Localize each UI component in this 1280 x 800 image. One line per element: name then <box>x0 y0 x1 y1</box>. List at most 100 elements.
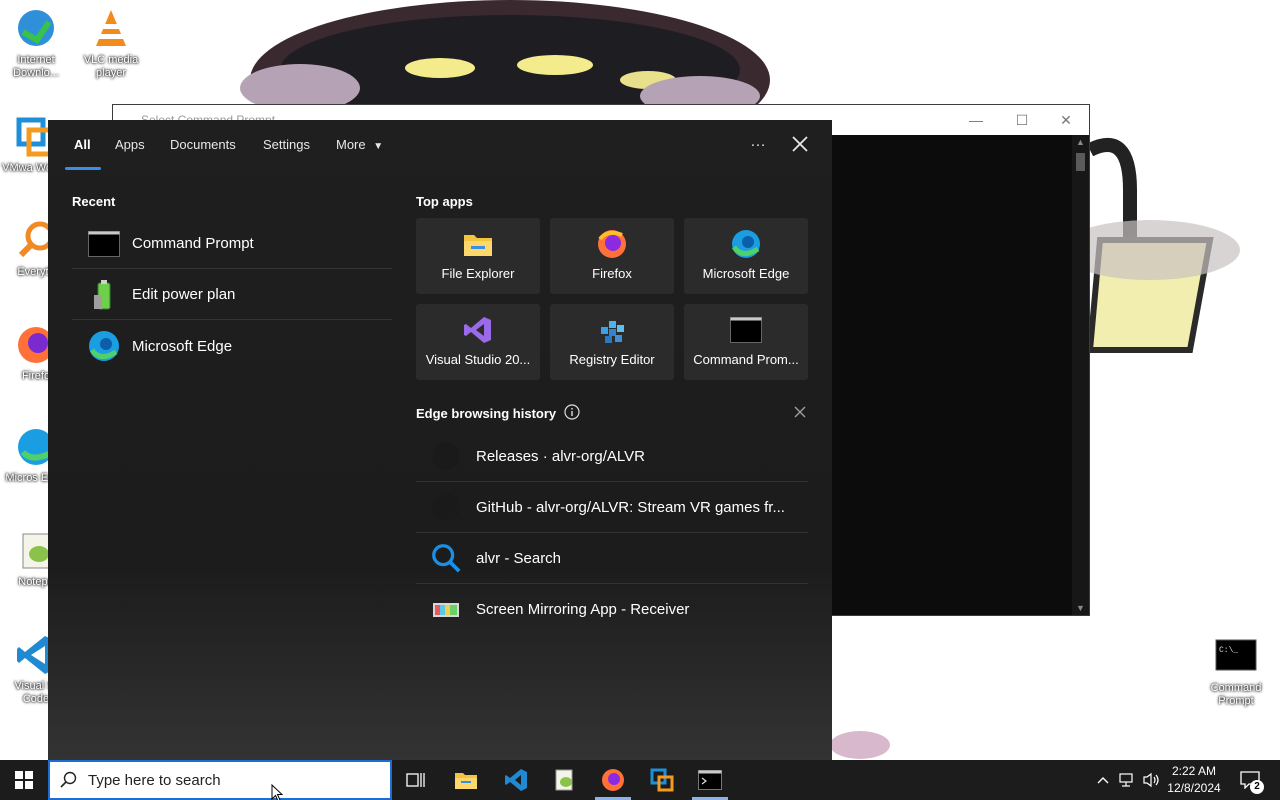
recent-heading: Recent <box>72 194 116 209</box>
cmd-close-button[interactable]: ✕ <box>1043 105 1089 135</box>
top-app-visual-studio[interactable]: Visual Studio 20... <box>416 304 540 380</box>
top-app-label: Firefox <box>592 266 632 281</box>
firefox-icon <box>602 769 624 791</box>
history-item[interactable]: GitHub - alvr-org/ALVR: Stream VR games … <box>416 482 808 533</box>
top-app-label: Command Prom... <box>693 352 799 367</box>
more-options-button[interactable]: … <box>746 133 770 157</box>
desktop-icon-label: Command Prompt <box>1210 682 1262 707</box>
info-icon[interactable] <box>564 404 580 420</box>
search-icon <box>60 771 77 788</box>
top-app-file-explorer[interactable]: File Explorer <box>416 218 540 294</box>
tab-apps[interactable]: Apps <box>111 137 149 152</box>
history-item[interactable]: Releases · alvr-org/ALVR <box>416 431 808 482</box>
close-icon[interactable] <box>788 132 812 156</box>
battery-icon <box>88 279 120 311</box>
recent-item-edit-power-plan[interactable]: Edit power plan <box>72 270 392 320</box>
show-hidden-icons-button[interactable] <box>1092 760 1114 800</box>
notepad-plus-plus-icon <box>555 769 573 791</box>
registry-icon <box>596 314 628 346</box>
vscode-icon <box>505 769 527 791</box>
history-item-label: Releases · alvr-org/ALVR <box>476 447 645 465</box>
network-button[interactable] <box>1116 760 1138 800</box>
scroll-up-icon[interactable]: ▲ <box>1072 137 1089 147</box>
folder-icon <box>462 228 494 260</box>
edge-icon <box>88 330 120 362</box>
taskbar-search-box[interactable] <box>48 760 392 800</box>
cmd-scrollbar[interactable]: ▲ ▼ <box>1072 135 1089 615</box>
history-item[interactable]: alvr - Search <box>416 533 808 584</box>
search-icon <box>430 542 462 574</box>
notification-count-badge: 2 <box>1250 780 1264 794</box>
history-item[interactable]: Screen Mirroring App - Receiver <box>416 584 808 635</box>
network-icon <box>1119 773 1133 787</box>
taskbar: 2:22 AM 12/8/2024 2 <box>0 760 1280 800</box>
top-apps-heading: Top apps <box>416 194 473 209</box>
history-heading: Edge browsing history <box>416 406 557 421</box>
top-app-label: Microsoft Edge <box>702 266 790 281</box>
chevron-up-icon <box>1097 777 1109 784</box>
visual-studio-icon <box>462 314 494 346</box>
cmd-icon <box>698 770 722 790</box>
mirroring-icon <box>430 594 462 626</box>
tab-all[interactable]: All <box>70 137 95 152</box>
taskbar-notepad-plus-plus[interactable] <box>540 760 588 800</box>
clear-history-close-icon[interactable] <box>793 405 807 419</box>
chevron-down-icon: ▼ <box>373 141 384 152</box>
vmware-icon <box>650 768 674 792</box>
tab-more[interactable]: More ▼ <box>332 137 387 152</box>
recent-item-microsoft-edge[interactable]: Microsoft Edge <box>72 321 392 371</box>
internet-download-manager-icon <box>18 10 54 46</box>
taskbar-file-explorer[interactable] <box>442 760 490 800</box>
volume-button[interactable] <box>1140 760 1162 800</box>
firefox-icon <box>596 228 628 260</box>
folder-icon <box>455 773 477 789</box>
desktop-icon-command-prompt[interactable]: C:\_ Command Prompt <box>1200 634 1272 708</box>
taskbar-command-prompt[interactable] <box>686 760 734 800</box>
top-app-microsoft-edge[interactable]: Microsoft Edge <box>684 218 808 294</box>
cmd-maximize-button[interactable]: ☐ <box>999 105 1045 135</box>
search-input[interactable] <box>88 771 378 789</box>
tab-settings[interactable]: Settings <box>259 137 314 152</box>
windows-logo-icon <box>15 771 33 789</box>
desktop-icon-vlc[interactable]: VLC media player <box>75 6 147 80</box>
taskbar-vmware[interactable] <box>638 760 686 800</box>
taskbar-firefox[interactable] <box>589 760 637 800</box>
search-tabs: All Apps Documents Settings More ▼ … <box>48 120 832 172</box>
search-flyout: All Apps Documents Settings More ▼ … Rec… <box>48 120 832 760</box>
clock[interactable]: 2:22 AM 12/8/2024 <box>1162 763 1226 797</box>
top-app-label: Registry Editor <box>569 352 655 367</box>
task-view-button[interactable] <box>392 760 440 800</box>
top-app-label: File Explorer <box>441 266 515 281</box>
top-app-command-prompt[interactable]: Command Prom... <box>684 304 808 380</box>
tab-documents[interactable]: Documents <box>166 137 240 152</box>
clock-time: 2:22 AM <box>1171 764 1217 778</box>
recent-item-label: Microsoft Edge <box>132 337 233 355</box>
desktop-icon-label: VLC media player <box>83 54 139 79</box>
clock-date: 12/8/2024 <box>1167 781 1221 795</box>
taskbar-vscode[interactable] <box>492 760 540 800</box>
top-app-firefox[interactable]: Firefox <box>550 218 674 294</box>
top-app-label: Visual Studio 20... <box>425 352 531 367</box>
top-app-registry-editor[interactable]: Registry Editor <box>550 304 674 380</box>
start-button[interactable] <box>0 760 48 800</box>
vlc-icon <box>96 10 126 46</box>
cmd-icon <box>730 314 762 346</box>
svg-text:C:\_: C:\_ <box>1219 646 1238 655</box>
desktop-icon-label: Firefo <box>21 370 51 382</box>
history-item-label: alvr - Search <box>476 549 562 567</box>
scroll-thumb[interactable] <box>1076 153 1085 171</box>
mouse-cursor-icon <box>271 784 284 800</box>
cmd-minimize-button[interactable]: — <box>953 105 999 135</box>
history-item-label: GitHub - alvr-org/ALVR: Stream VR games … <box>476 498 785 516</box>
task-view-icon <box>406 773 425 787</box>
edge-icon <box>730 228 762 260</box>
recent-item-command-prompt[interactable]: Command Prompt <box>72 219 392 269</box>
scroll-down-icon[interactable]: ▼ <box>1072 603 1089 613</box>
desktop-icon-internet-download-manager[interactable]: Internet Downlo... <box>0 6 72 80</box>
recent-item-label: Command Prompt <box>132 235 254 252</box>
desktop-icon-label: Internet Downlo... <box>13 54 59 79</box>
github-icon <box>430 440 462 472</box>
recent-item-label: Edit power plan <box>132 286 236 303</box>
tab-more-label: More <box>336 137 366 152</box>
cmd-icon: C:\_ <box>1215 639 1257 671</box>
